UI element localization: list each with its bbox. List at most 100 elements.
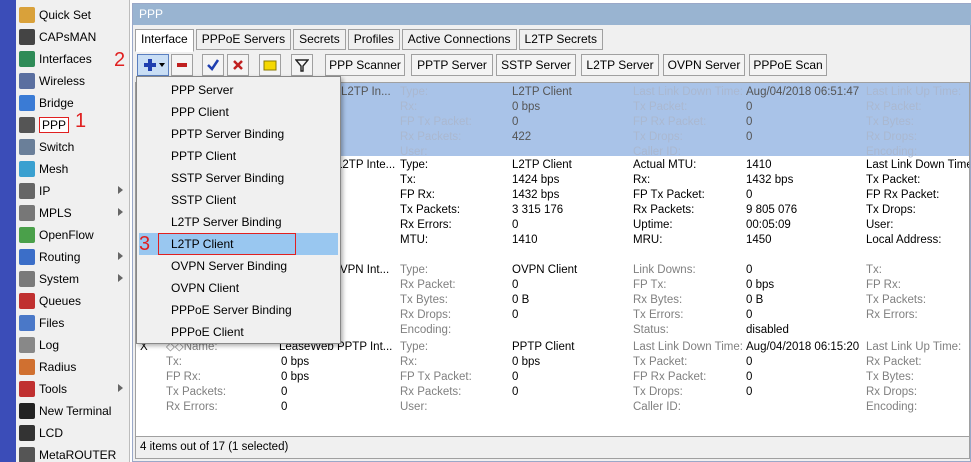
sidebar-item-openflow[interactable]: OpenFlow — [16, 224, 129, 246]
field-value: 0 — [512, 386, 519, 398]
sidebar-item-metarouter[interactable]: MetaROUTER — [16, 444, 129, 462]
l2tp-server-button[interactable]: L2TP Server — [581, 54, 659, 76]
sidebar-item-wireless[interactable]: Wireless — [16, 70, 129, 92]
interface-name: L2TP In... — [341, 86, 391, 98]
mesh-icon — [19, 161, 35, 177]
field-label: Rx Packet: — [866, 356, 922, 368]
sidebar-item-label: LCD — [39, 426, 64, 440]
step-marker-1: 1 — [75, 110, 87, 132]
sidebar-item-interfaces[interactable]: Interfaces — [16, 48, 129, 70]
field-value: 0 bps — [281, 356, 310, 368]
sstp-server-button[interactable]: SSTP Server — [496, 54, 576, 76]
plus-icon — [144, 59, 165, 71]
field-value: 0 — [512, 279, 519, 291]
field-value: 0 — [746, 131, 753, 143]
pppoe-scan-button[interactable]: PPPoE Scan — [749, 54, 827, 76]
step-marker-3: 3 — [139, 233, 151, 255]
sidebar-item-switch[interactable]: Switch — [16, 136, 129, 158]
field-value: 0 bps — [746, 279, 775, 291]
menu-item-pppoe-client[interactable]: PPPoE Client — [139, 321, 338, 343]
field-label: Rx Packets: — [633, 204, 695, 216]
tab-interface[interactable]: Interface — [135, 29, 194, 52]
sidebar-item-tools[interactable]: Tools — [16, 378, 129, 400]
menu-item-l2tp-server-binding[interactable]: L2TP Server Binding — [139, 211, 338, 233]
field-label: Tx: — [166, 356, 182, 368]
sidebar-item-label: Bridge — [39, 96, 74, 110]
tab-profiles[interactable]: Profiles — [347, 29, 400, 50]
menu-item-sstp-client[interactable]: SSTP Client — [139, 189, 338, 211]
sidebar-item-quick-set[interactable]: Quick Set — [16, 4, 129, 26]
window-title[interactable]: PPP — [133, 4, 971, 25]
field-label: Rx Drops: — [866, 386, 918, 398]
openflow-icon — [19, 227, 35, 243]
menu-item-ovpn-server-binding[interactable]: OVPN Server Binding — [139, 255, 338, 277]
ovpn-server-button[interactable]: OVPN Server — [663, 54, 745, 76]
chevron-right-icon — [118, 186, 123, 194]
ppp-icon — [19, 117, 35, 133]
chevron-right-icon — [118, 384, 123, 392]
sidebar-item-radius[interactable]: Radius — [16, 356, 129, 378]
sidebar-item-bridge[interactable]: Bridge — [16, 92, 129, 114]
menu-item-ovpn-client[interactable]: OVPN Client — [139, 277, 338, 299]
sidebar-item-capsman[interactable]: CAPsMAN — [16, 26, 129, 48]
field-label: Tx Drops: — [866, 204, 916, 216]
system-icon — [19, 271, 35, 287]
field-label: Last Link Down Time: — [633, 86, 743, 98]
field-value: 1424 bps — [512, 174, 560, 186]
bridge-icon — [19, 95, 35, 111]
field-label: Rx Errors: — [400, 219, 452, 231]
field-label: FP Rx Packet: — [633, 116, 707, 128]
sidebar-item-routing[interactable]: Routing — [16, 246, 129, 268]
field-value: 0 — [746, 386, 753, 398]
comment-button[interactable] — [259, 54, 281, 76]
field-label: Link Downs: — [633, 264, 696, 276]
sidebar-item-label: Routing — [39, 250, 81, 264]
field-value: L2TP Client — [512, 86, 572, 98]
disable-button[interactable] — [227, 54, 249, 76]
field-label: Rx Packet: — [400, 279, 456, 291]
sidebar-item-log[interactable]: Log — [16, 334, 129, 356]
field-label: FP Tx Packet: — [633, 189, 705, 201]
table-row[interactable]: X ◇◇Name: LeaseWeb PPTP Int... Tx: 0 bps FP R… — [136, 338, 969, 436]
field-value: 0 bps — [512, 101, 541, 113]
filter-button[interactable] — [291, 54, 313, 76]
wireless-icon — [19, 73, 35, 89]
menu-item-pppoe-server-binding[interactable]: PPPoE Server Binding — [139, 299, 338, 321]
remove-button[interactable] — [171, 54, 193, 76]
tab-active-connections[interactable]: Active Connections — [401, 29, 517, 50]
pptp-server-button[interactable]: PPTP Server — [411, 54, 493, 76]
field-label: Last Link Down Time: — [633, 341, 743, 353]
menu-item-pptp-server-binding[interactable]: PPTP Server Binding — [139, 123, 338, 145]
minus-icon — [177, 63, 187, 67]
field-label: Tx Bytes: — [400, 294, 448, 306]
sidebar-item-new-terminal[interactable]: New Terminal — [16, 400, 129, 422]
sidebar-item-ip[interactable]: IP — [16, 180, 129, 202]
sidebar-item-files[interactable]: Files — [16, 312, 129, 334]
ppp-scanner-button[interactable]: PPP Scanner — [325, 54, 405, 76]
x-icon — [233, 60, 243, 70]
menu-item-ppp-client[interactable]: PPP Client — [139, 101, 338, 123]
sidebar-item-label: MetaROUTER — [39, 448, 117, 462]
menu-item-sstp-server-binding[interactable]: SSTP Server Binding — [139, 167, 338, 189]
tab-secrets[interactable]: Secrets — [293, 29, 346, 50]
field-value: 0 — [746, 101, 753, 113]
interface-name: L2TP Inte... — [336, 159, 396, 171]
menu-item-ppp-server[interactable]: PPP Server — [139, 79, 338, 101]
sidebar-item-system[interactable]: System — [16, 268, 129, 290]
chevron-right-icon — [118, 208, 123, 216]
tab-l2tp-secrets[interactable]: L2TP Secrets — [518, 29, 603, 50]
tab-pppoe-servers[interactable]: PPPoE Servers — [195, 29, 292, 50]
add-button[interactable] — [137, 54, 169, 76]
field-label: Tx: — [866, 264, 882, 276]
enable-button[interactable] — [202, 54, 224, 76]
sidebar-item-lcd[interactable]: LCD — [16, 422, 129, 444]
sidebar-item-mpls[interactable]: MPLS — [16, 202, 129, 224]
sidebar-item-label: Radius — [39, 360, 77, 374]
sidebar-item-label: New Terminal — [39, 404, 112, 418]
field-value: 0 — [746, 356, 753, 368]
sidebar-item-queues[interactable]: Queues — [16, 290, 129, 312]
sidebar-item-mesh[interactable]: Mesh — [16, 158, 129, 180]
menu-item-pptp-client[interactable]: PPTP Client — [139, 145, 338, 167]
sidebar-item-ppp[interactable]: PPP — [16, 114, 129, 136]
menu-item-l2tp-client[interactable]: L2TP Client — [139, 233, 338, 255]
